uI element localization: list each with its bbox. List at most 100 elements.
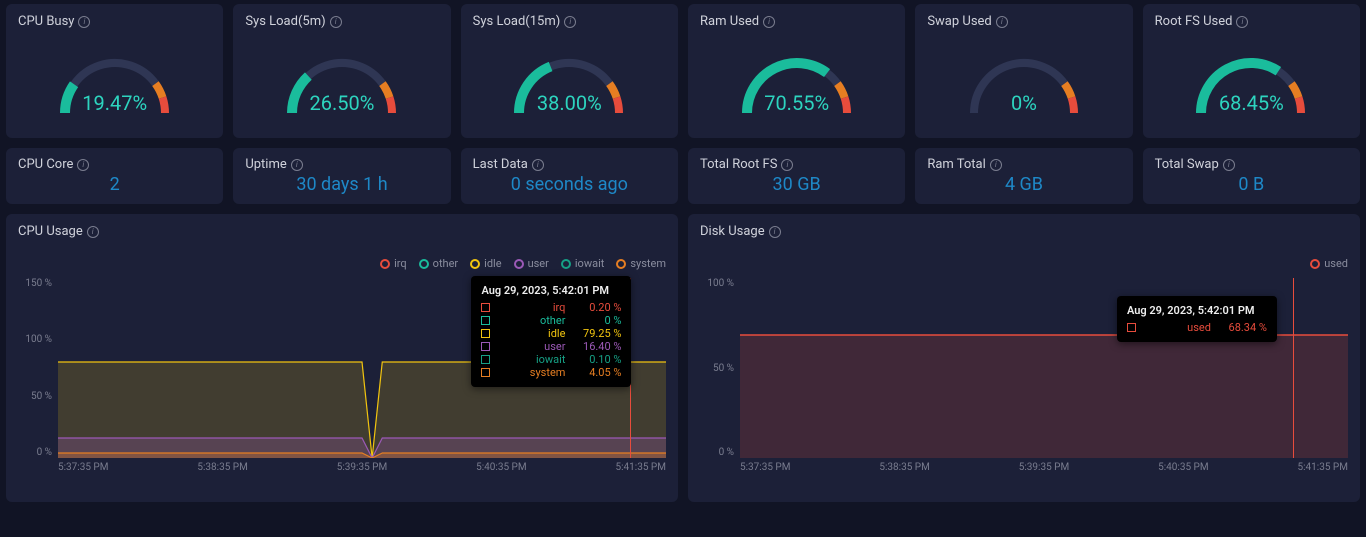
- disk-chart-area[interactable]: 100 %50 %0 % Aug 29, 2023, 5:42:01 PM us…: [700, 278, 1348, 458]
- panel-title: Disk Usage i: [700, 224, 1348, 239]
- axis-tick: 150 %: [18, 278, 52, 289]
- legend-swatch: [1310, 259, 1320, 269]
- axis-tick: 5:40:35 PM: [1158, 462, 1208, 473]
- tooltip-value: 16.40 %: [571, 340, 621, 353]
- tooltip-value: 79.25 %: [571, 327, 621, 340]
- tooltip-label: other: [496, 314, 565, 327]
- title-text: CPU Usage: [18, 224, 83, 239]
- gauge: 70.55%: [700, 29, 893, 119]
- gauge-panel[interactable]: Sys Load(15m) i 38.00%: [461, 4, 678, 138]
- info-icon[interactable]: i: [532, 159, 544, 171]
- info-icon[interactable]: i: [1223, 159, 1235, 171]
- panel-title: CPU Usage i: [18, 224, 666, 239]
- panel-title: Ram Total i: [927, 157, 1120, 172]
- legend-item[interactable]: system: [616, 257, 666, 270]
- tooltip-value: 4.05 %: [571, 366, 621, 379]
- axis-tick: 0 %: [700, 447, 734, 458]
- stat-panel[interactable]: Total Swap i 0 B: [1143, 148, 1360, 204]
- plot[interactable]: Aug 29, 2023, 5:42:01 PM irq 0.20 % othe…: [58, 278, 666, 458]
- panel-title: Last Data i: [473, 157, 666, 172]
- gauge: 19.47%: [18, 29, 211, 119]
- legend-item[interactable]: iowait: [561, 257, 604, 270]
- stat-value: 0 B: [1155, 174, 1348, 195]
- legend-swatch: [470, 259, 480, 269]
- info-icon[interactable]: i: [77, 159, 89, 171]
- stat-panel[interactable]: Uptime i 30 days 1 h: [233, 148, 450, 204]
- legend-item[interactable]: user: [514, 257, 549, 270]
- panel-title: Total Swap i: [1155, 157, 1348, 172]
- tooltip-swatch: [481, 355, 490, 364]
- tooltip-time: Aug 29, 2023, 5:42:01 PM: [481, 284, 621, 297]
- info-icon[interactable]: i: [990, 159, 1002, 171]
- panel-title: CPU Core i: [18, 157, 211, 172]
- info-icon[interactable]: i: [781, 159, 793, 171]
- tooltip-swatch: [481, 303, 490, 312]
- y-axis: 150 %100 %50 %0 %: [18, 278, 58, 458]
- info-icon[interactable]: i: [87, 226, 99, 238]
- tooltip-value: 0 %: [571, 314, 621, 327]
- axis-tick: 5:41:35 PM: [616, 462, 666, 473]
- legend-label: idle: [484, 257, 501, 270]
- disk-usage-panel[interactable]: Disk Usage i used 100 %50 %0 % Aug 29, 2…: [688, 214, 1360, 502]
- tooltip-row: irq 0.20 %: [481, 301, 621, 314]
- panel-title: Sys Load(15m) i: [473, 14, 666, 29]
- gauge-panel[interactable]: Root FS Used i 68.45%: [1143, 4, 1360, 138]
- legend-swatch: [380, 259, 390, 269]
- panel-title: Uptime i: [245, 157, 438, 172]
- title-text: Uptime: [245, 157, 286, 172]
- axis-tick: 5:37:35 PM: [58, 462, 108, 473]
- info-icon[interactable]: i: [1236, 16, 1248, 28]
- cpu-tooltip: Aug 29, 2023, 5:42:01 PM irq 0.20 % othe…: [471, 276, 631, 387]
- legend-label: used: [1324, 257, 1348, 270]
- gauge-value: 26.50%: [245, 91, 438, 115]
- tooltip-row: iowait 0.10 %: [481, 353, 621, 366]
- title-text: Ram Used: [700, 14, 759, 29]
- gauge-panel[interactable]: Swap Used i 0%: [915, 4, 1132, 138]
- stat-panel[interactable]: Ram Total i 4 GB: [915, 148, 1132, 204]
- info-icon[interactable]: i: [769, 226, 781, 238]
- info-icon[interactable]: i: [564, 16, 576, 28]
- axis-tick: 5:38:35 PM: [879, 462, 929, 473]
- gauge-value: 19.47%: [18, 91, 211, 115]
- panel-title: Swap Used i: [927, 14, 1120, 29]
- info-icon[interactable]: i: [330, 16, 342, 28]
- tooltip-row: idle 79.25 %: [481, 327, 621, 340]
- plot[interactable]: Aug 29, 2023, 5:42:01 PM used 68.34 %: [740, 278, 1348, 458]
- stat-panel[interactable]: Total Root FS i 30 GB: [688, 148, 905, 204]
- tooltip-value: 68.34 %: [1217, 321, 1267, 334]
- x-axis: 5:37:35 PM5:38:35 PM5:39:35 PM5:40:35 PM…: [740, 462, 1348, 473]
- tooltip-swatch: [481, 368, 490, 377]
- gauge: 26.50%: [245, 29, 438, 119]
- tooltip-value: 0.20 %: [571, 301, 621, 314]
- gauge-panel[interactable]: Ram Used i 70.55%: [688, 4, 905, 138]
- info-icon[interactable]: i: [291, 159, 303, 171]
- stat-value: 30 GB: [700, 174, 893, 195]
- tooltip-swatch: [481, 329, 490, 338]
- legend-item[interactable]: idle: [470, 257, 501, 270]
- gauge-value: 0%: [927, 91, 1120, 115]
- axis-tick: 5:39:35 PM: [1019, 462, 1069, 473]
- title-text: CPU Busy: [18, 14, 74, 29]
- info-icon[interactable]: i: [78, 16, 90, 28]
- title-text: Swap Used: [927, 14, 991, 29]
- stat-value: 30 days 1 h: [245, 174, 438, 195]
- title-text: Root FS Used: [1155, 14, 1233, 29]
- cpu-chart-area[interactable]: 150 %100 %50 %0 % Aug 29,: [18, 278, 666, 458]
- tooltip-label: system: [496, 366, 565, 379]
- axis-tick: 5:41:35 PM: [1298, 462, 1348, 473]
- legend-item[interactable]: irq: [380, 257, 407, 270]
- tooltip-row: other 0 %: [481, 314, 621, 327]
- legend-item[interactable]: other: [419, 257, 459, 270]
- axis-tick: 100 %: [700, 278, 734, 289]
- legend-item[interactable]: used: [1310, 257, 1348, 270]
- stat-panel[interactable]: CPU Core i 2: [6, 148, 223, 204]
- stat-value: 2: [18, 174, 211, 195]
- gauge-panel[interactable]: CPU Busy i 19.47%: [6, 4, 223, 138]
- tooltip-label: iowait: [496, 353, 565, 366]
- gauge-panel[interactable]: Sys Load(5m) i 26.50%: [233, 4, 450, 138]
- info-icon[interactable]: i: [996, 16, 1008, 28]
- legend-label: irq: [394, 257, 407, 270]
- cpu-usage-panel[interactable]: CPU Usage i irqotheridleuseriowaitsystem…: [6, 214, 678, 502]
- stat-panel[interactable]: Last Data i 0 seconds ago: [461, 148, 678, 204]
- info-icon[interactable]: i: [763, 16, 775, 28]
